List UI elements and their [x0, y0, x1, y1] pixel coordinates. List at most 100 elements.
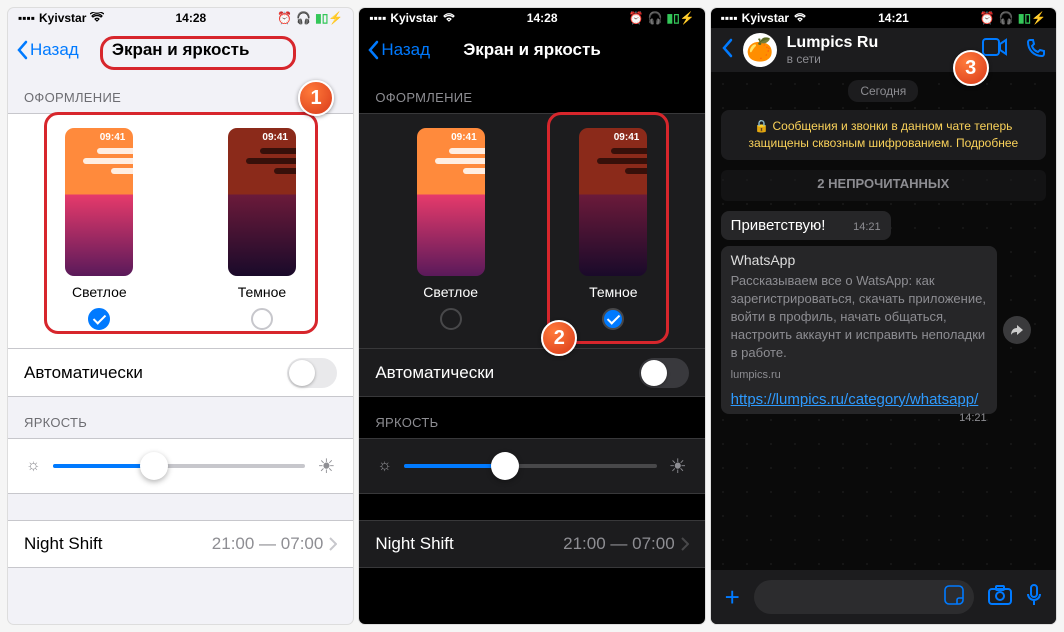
auto-label: Автоматически [375, 363, 494, 383]
theme-dark[interactable]: 09:41 Темное [228, 128, 296, 330]
chevron-right-icon [329, 537, 337, 551]
auto-toggle[interactable] [287, 358, 337, 388]
preview-title: WhatsApp [731, 252, 987, 268]
sun-dim-icon: ☼ [26, 457, 41, 475]
auto-row: Автоматически [359, 349, 704, 397]
message-text: Приветствую! [731, 217, 826, 234]
theme-light-label: Светлое [72, 284, 127, 300]
preview-site: lumpics.ru [731, 369, 987, 381]
phone-whatsapp: ▪▪▪▪ Kyivstar 14:21 ⏰ 🎧 ▮▯⚡ 3 🍊 Lumpics … [711, 8, 1056, 624]
chat-area: Сегодня 🔒 Сообщения и звонки в данном ча… [711, 72, 1056, 570]
headphones-icon: 🎧 [296, 11, 311, 25]
contact-status: в сети [787, 52, 972, 66]
alarm-icon: ⏰ [277, 11, 292, 25]
message-input[interactable] [754, 580, 974, 614]
status-bar: ▪▪▪▪ Kyivstar 14:28 ⏰ 🎧 ▮▯⚡ [359, 8, 704, 28]
auto-label: Автоматически [24, 363, 143, 383]
wifi-icon [90, 11, 104, 25]
appearance-row: 09:41 Светлое 09:41 Темное [359, 113, 704, 349]
battery-icon: ▮▯⚡ [1018, 11, 1046, 25]
back-button[interactable]: Назад [16, 40, 79, 60]
signal-icon: ▪▪▪▪ [721, 11, 738, 25]
thumbnail-dark: 09:41 [579, 128, 647, 276]
unread-banner: 2 НЕПРОЧИТАННЫХ [721, 170, 1046, 201]
message-time: 14:21 [853, 221, 881, 233]
badge-1: 1 [298, 80, 334, 116]
carrier-label: Kyivstar [742, 11, 789, 25]
brightness-slider[interactable] [404, 464, 657, 468]
nightshift-value: 21:00 — 07:00 [563, 534, 675, 554]
badge-3: 3 [953, 50, 989, 86]
back-button[interactable] [721, 38, 733, 63]
sticker-icon[interactable] [944, 585, 964, 610]
status-bar: ▪▪▪▪ Kyivstar 14:28 ⏰ 🎧 ▮▯⚡ [8, 8, 353, 28]
signal-icon: ▪▪▪▪ [369, 11, 386, 25]
auto-toggle[interactable] [639, 358, 689, 388]
thumbnail-light: 09:41 [65, 128, 133, 276]
radio-light[interactable] [88, 308, 110, 330]
phone-light-settings: ▪▪▪▪ Kyivstar 14:28 ⏰ 🎧 ▮▯⚡ Назад Экран … [8, 8, 353, 624]
battery-icon: ▮▯⚡ [315, 11, 343, 25]
brightness-slider[interactable] [53, 464, 306, 468]
phone-dark-settings: ▪▪▪▪ Kyivstar 14:28 ⏰ 🎧 ▮▯⚡ Назад Экран … [359, 8, 704, 624]
camera-icon[interactable] [988, 585, 1012, 610]
radio-light[interactable] [440, 308, 462, 330]
section-brightness: ЯРКОСТЬ [359, 397, 704, 438]
encryption-notice[interactable]: 🔒 Сообщения и звонки в данном чате тепер… [721, 110, 1046, 160]
nightshift-label: Night Shift [24, 534, 102, 554]
headphones-icon: 🎧 [999, 11, 1014, 25]
clock: 14:28 [527, 11, 558, 25]
auto-row: Автоматически [8, 349, 353, 397]
theme-light[interactable]: 09:41 Светлое [417, 128, 485, 330]
thumbnail-light: 09:41 [417, 128, 485, 276]
sun-dim-icon: ☼ [377, 457, 392, 475]
attach-icon[interactable]: + [725, 582, 740, 613]
back-button[interactable]: Назад [367, 40, 430, 60]
brightness-row: ☼ ☀ [359, 438, 704, 494]
avatar[interactable]: 🍊 [743, 33, 777, 67]
input-bar: + [711, 570, 1056, 624]
message-1[interactable]: Приветствую! 14:21 [721, 211, 891, 240]
date-pill: Сегодня [848, 80, 918, 102]
theme-dark[interactable]: 09:41 Темное [579, 128, 647, 330]
clock: 14:21 [878, 11, 909, 25]
nav-bar: Назад Экран и яркость [359, 28, 704, 72]
back-label: Назад [30, 40, 79, 60]
section-brightness: ЯРКОСТЬ [8, 397, 353, 438]
battery-icon: ▮▯⚡ [666, 11, 694, 25]
clock: 14:28 [175, 11, 206, 25]
radio-dark[interactable] [602, 308, 624, 330]
contact-name: Lumpics Ru [787, 34, 972, 52]
carrier-label: Kyivstar [39, 11, 86, 25]
back-label: Назад [381, 40, 430, 60]
status-bar: ▪▪▪▪ Kyivstar 14:21 ⏰ 🎧 ▮▯⚡ [711, 8, 1056, 28]
signal-icon: ▪▪▪▪ [18, 11, 35, 25]
theme-light[interactable]: 09:41 Светлое [65, 128, 133, 330]
nightshift-row[interactable]: Night Shift 21:00 — 07:00 [8, 520, 353, 568]
nightshift-row[interactable]: Night Shift 21:00 — 07:00 [359, 520, 704, 568]
forward-icon[interactable] [1003, 316, 1031, 344]
message-time: 14:21 [959, 412, 987, 424]
wifi-icon [793, 11, 807, 25]
page-title: Экран и яркость [463, 40, 601, 60]
chevron-right-icon [681, 537, 689, 551]
page-title: Экран и яркость [112, 40, 250, 60]
voice-call-icon[interactable] [1026, 38, 1046, 63]
section-appearance: ОФОРМЛЕНИЕ [359, 72, 704, 113]
carrier-label: Kyivstar [390, 11, 437, 25]
chat-header: 🍊 Lumpics Ru в сети [711, 28, 1056, 72]
chat-title[interactable]: Lumpics Ru в сети [787, 34, 972, 66]
mic-icon[interactable] [1026, 584, 1042, 611]
theme-dark-label: Темное [589, 284, 637, 300]
wifi-icon [442, 11, 456, 25]
alarm-icon: ⏰ [629, 11, 644, 25]
message-2[interactable]: WhatsApp Рассказываем все о WatsApp: как… [721, 246, 997, 414]
message-link[interactable]: https://lumpics.ru/category/whatsapp/ [731, 391, 987, 408]
nav-bar: Назад Экран и яркость [8, 28, 353, 72]
headphones-icon: 🎧 [648, 11, 663, 25]
theme-dark-label: Темное [238, 284, 286, 300]
sun-bright-icon: ☀ [669, 454, 687, 479]
radio-dark[interactable] [251, 308, 273, 330]
brightness-row: ☼ ☀ [8, 438, 353, 494]
nightshift-label: Night Shift [375, 534, 453, 554]
